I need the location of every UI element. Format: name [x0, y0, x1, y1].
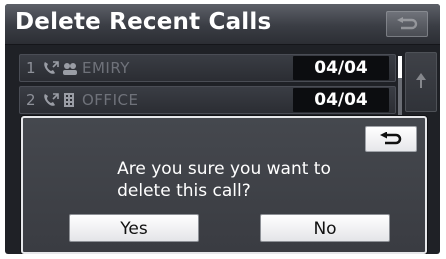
dialog-message: Are you sure you want to delete this cal…: [23, 158, 425, 202]
confirm-delete-dialog: Are you sure you want to delete this cal…: [21, 116, 427, 254]
scroll-up-button[interactable]: [405, 52, 437, 112]
contact-name: OFFICE: [82, 91, 139, 109]
contacts-icon: [62, 60, 78, 80]
row-index: 2: [26, 91, 36, 109]
page-title: Delete Recent Calls: [15, 9, 272, 35]
dialog-message-line-1: Are you sure you want to: [117, 159, 331, 179]
dialog-message-line-2: delete this call?: [117, 181, 251, 201]
scrollbar[interactable]: [398, 56, 402, 118]
list-item[interactable]: 2 OFFICE 04/04: [19, 86, 396, 114]
phone-icon: [42, 92, 60, 112]
title-back-button[interactable]: [386, 11, 428, 37]
yes-button[interactable]: Yes: [69, 214, 199, 242]
dialog-back-button[interactable]: [365, 126, 417, 152]
contact-name: EMIRY: [82, 59, 130, 77]
recent-calls-list: 1 EMIRY 04/04 2 OFFICE 04/04: [19, 54, 396, 114]
return-arrow-icon: [397, 17, 418, 30]
no-button[interactable]: No: [260, 214, 390, 242]
title-bar: Delete Recent Calls: [5, 4, 440, 45]
return-arrow-icon: [380, 132, 402, 145]
up-arrow-icon: [416, 73, 426, 88]
row-index: 1: [26, 59, 36, 77]
list-item[interactable]: 1 EMIRY 04/04: [19, 54, 396, 82]
call-date: 04/04: [293, 88, 389, 112]
office-building-icon: [62, 92, 76, 112]
phone-icon: [42, 60, 60, 80]
call-date: 04/04: [293, 56, 389, 80]
scrollbar-thumb[interactable]: [398, 56, 402, 78]
delete-recent-calls-screen: Delete Recent Calls 1 EMIRY 04/04 2 OFFI…: [5, 4, 440, 254]
